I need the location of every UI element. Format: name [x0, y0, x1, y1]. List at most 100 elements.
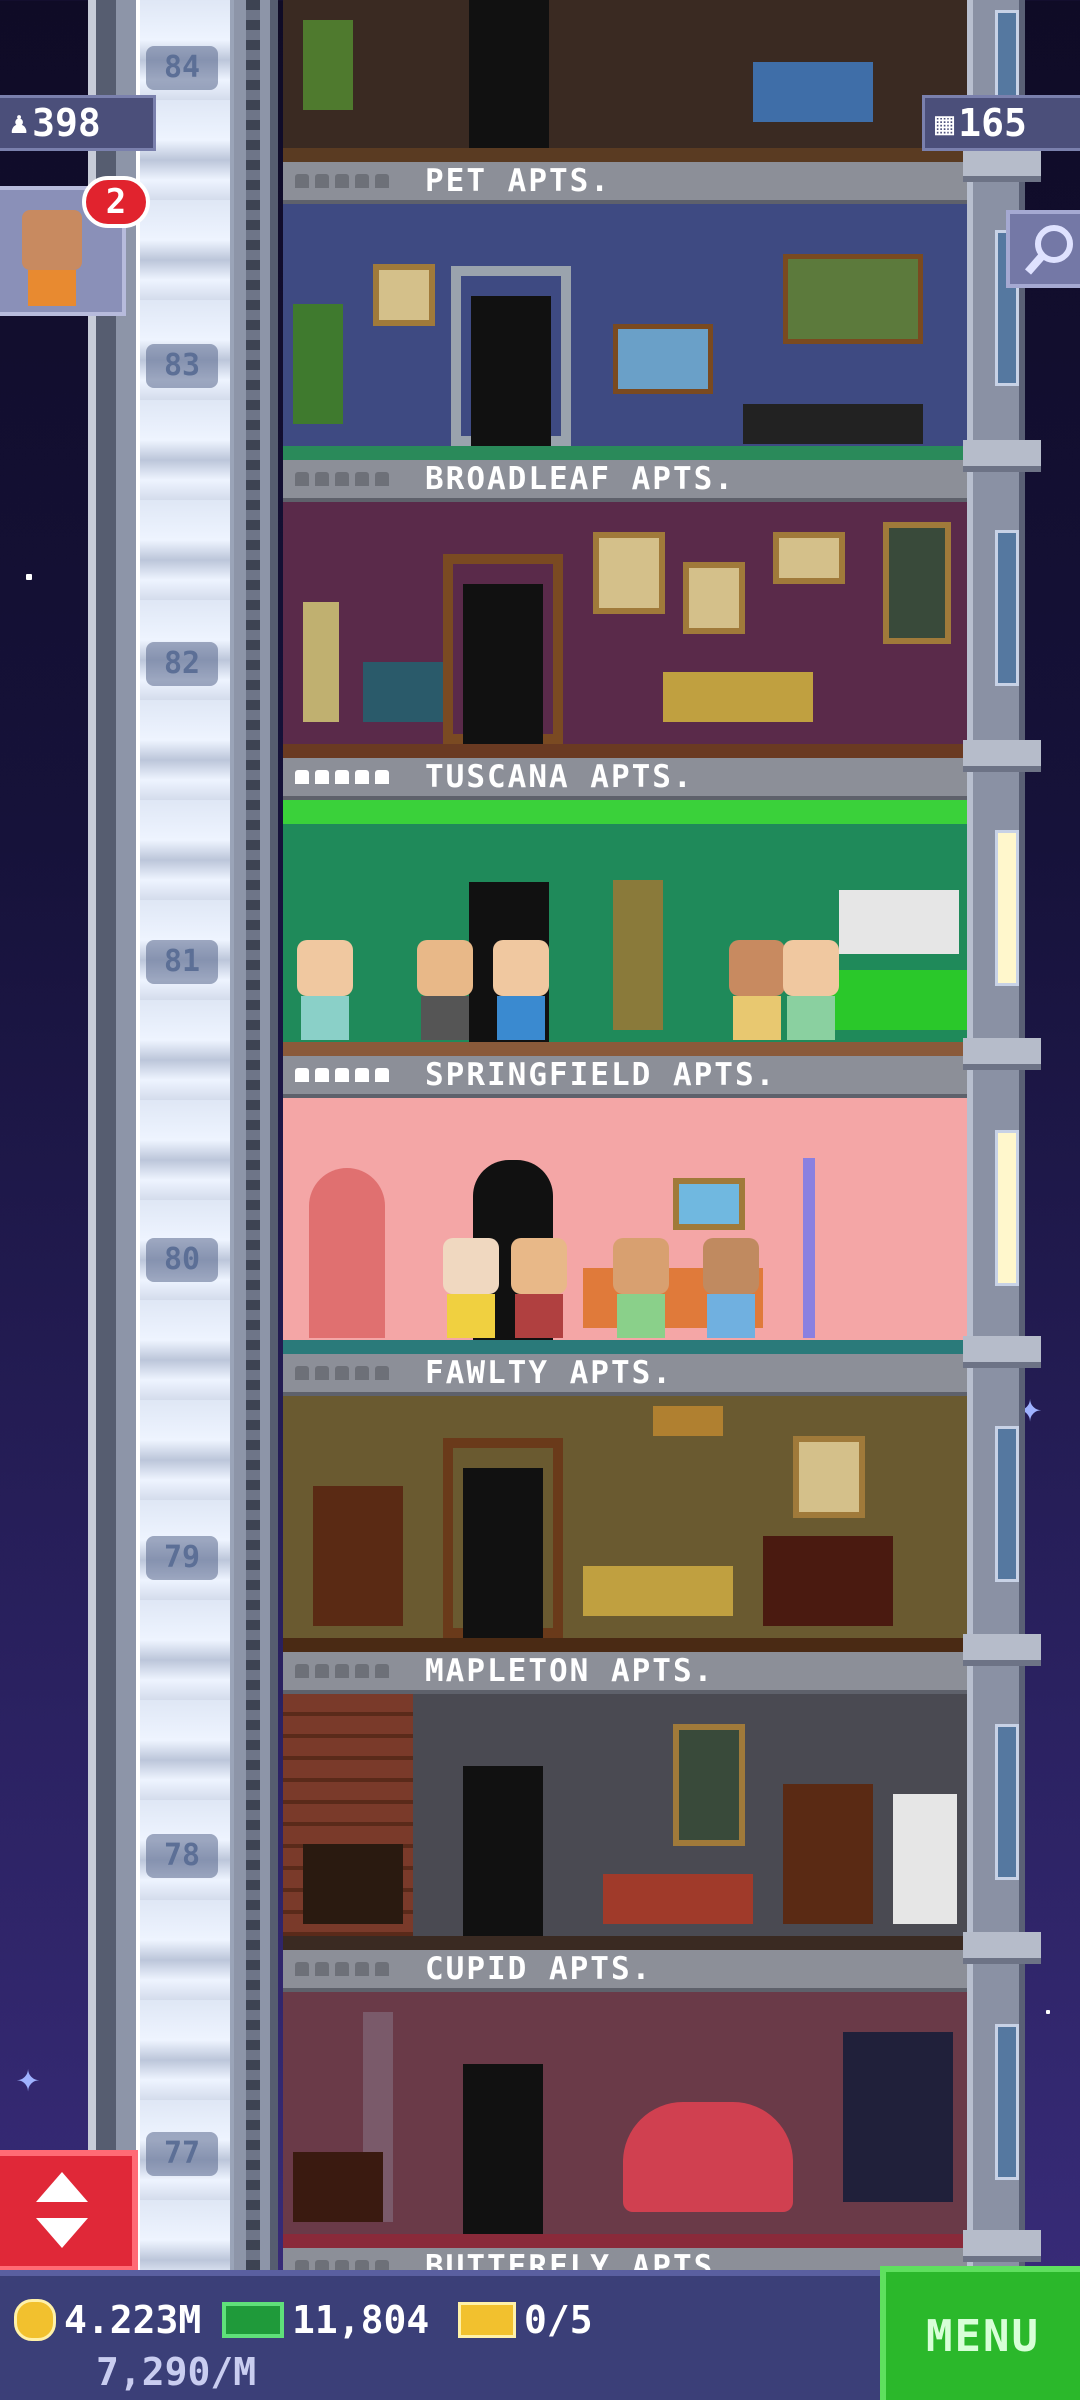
door — [463, 584, 543, 744]
door — [471, 296, 551, 446]
resident-slot — [295, 1068, 309, 1082]
resident-slot — [355, 1366, 369, 1380]
resident[interactable] — [443, 1238, 499, 1338]
floor-84-room[interactable] — [283, 0, 967, 162]
resident-slot — [375, 2260, 389, 2270]
floor-tuscana-apts[interactable]: TUSCANA APTS. — [283, 758, 967, 1056]
resident-slot — [375, 472, 389, 486]
fireplace — [763, 1536, 893, 1626]
tickets-value: 0/5 — [524, 2298, 593, 2342]
fireplace — [303, 1844, 403, 1924]
resident-slot — [295, 770, 309, 784]
floor-label-bar: CUPID APTS. — [283, 1950, 967, 1992]
floor-strip — [283, 2234, 967, 2248]
tower-right-wall — [963, 0, 1041, 2270]
coin-icon — [14, 2299, 56, 2341]
resident-slot — [295, 472, 309, 486]
resident[interactable] — [493, 940, 549, 1040]
floor-strip — [283, 148, 967, 162]
fireplace — [293, 2152, 383, 2222]
floor-name: SPRINGFIELD APTS. — [425, 1057, 777, 1093]
plant — [303, 20, 353, 110]
shaft-stripe — [246, 0, 260, 2270]
framed-picture — [373, 264, 435, 326]
elevator-button[interactable] — [0, 2150, 138, 2272]
tower-window — [995, 830, 1019, 986]
floor-strip — [283, 1638, 967, 1652]
resident-slot — [295, 2260, 309, 2270]
framed-picture — [673, 1178, 745, 1230]
floor-label-bar: BUTTERFLY APTS. — [283, 2248, 967, 2270]
floor-number-81: 81 — [146, 940, 218, 984]
resident-slot — [375, 174, 389, 188]
topiary-plant — [613, 880, 663, 1030]
search-button[interactable] — [1006, 210, 1080, 288]
floor-butterfly-apts[interactable]: BUTTERFLY APTS. — [283, 2248, 967, 2270]
floor-name: BROADLEAF APTS. — [425, 461, 735, 497]
floor-cupid-apts[interactable]: CUPID APTS. — [283, 1950, 967, 2248]
floor-mapleton-apts[interactable]: MAPLETON APTS. — [283, 1652, 967, 1950]
resident[interactable] — [729, 940, 785, 1040]
floor-count-value: 165 — [958, 101, 1027, 145]
coins-stat[interactable]: 4.223M — [14, 2298, 201, 2342]
plant — [293, 304, 343, 424]
coins-value: 4.223M — [64, 2298, 202, 2342]
resident[interactable] — [511, 1238, 567, 1338]
star — [1046, 2010, 1050, 2014]
visitor-avatar — [22, 210, 82, 270]
floor-strip — [283, 1042, 967, 1056]
income-stat: 7,290/M — [96, 2350, 256, 2394]
tower-window — [995, 1130, 1019, 1286]
resident[interactable] — [783, 940, 839, 1040]
visitor-avatar-body — [28, 270, 76, 306]
floor-number-77: 77 — [146, 2132, 218, 2176]
floor-springfield-apts[interactable]: SPRINGFIELD APTS. — [283, 1056, 967, 1354]
floor-name: CUPID APTS. — [425, 1951, 653, 1987]
door — [463, 2064, 543, 2234]
occupancy-dots — [295, 1366, 425, 1380]
resident-slot — [295, 1366, 309, 1380]
resident-slot — [315, 472, 329, 486]
wall-ledge — [963, 740, 1041, 772]
resident[interactable] — [297, 940, 353, 1040]
floor-pet-apts[interactable]: PET APTS. — [283, 162, 967, 460]
elevator-shaft[interactable] — [88, 0, 278, 2270]
tower-window — [995, 1724, 1019, 1880]
floor-broadleaf-apts[interactable]: BROADLEAF APTS. — [283, 460, 967, 758]
floor-label-bar: SPRINGFIELD APTS. — [283, 1056, 967, 1098]
occupancy-dots — [295, 1664, 425, 1678]
floor-fawlty-apts[interactable]: FAWLTY APTS. — [283, 1354, 967, 1652]
resident-slot — [335, 472, 349, 486]
resident-slot — [315, 770, 329, 784]
occupancy-dots — [295, 174, 425, 188]
tickets-stat[interactable]: 0/5 — [458, 2298, 593, 2342]
floor-label-bar: FAWLTY APTS. — [283, 1354, 967, 1396]
building-icon: ▦ — [935, 104, 955, 142]
magnifier-icon — [1024, 225, 1073, 275]
floor-label-bar: PET APTS. — [283, 162, 967, 204]
resident-slot — [355, 174, 369, 188]
floor-name: FAWLTY APTS. — [425, 1355, 673, 1391]
occupancy-dots — [295, 472, 425, 486]
resident[interactable] — [417, 940, 473, 1040]
refrigerator — [893, 1794, 957, 1924]
floor-name: PET APTS. — [425, 163, 611, 199]
population-counter[interactable]: ♟ 398 — [0, 95, 156, 151]
room-interior — [283, 800, 967, 1056]
floor-strip — [283, 744, 967, 758]
bux-stat[interactable]: 11,804 — [222, 2298, 429, 2342]
resident-slot — [375, 770, 389, 784]
resident-slot — [375, 1664, 389, 1678]
menu-button[interactable]: MENU — [880, 2266, 1080, 2400]
room-interior — [283, 1098, 967, 1354]
wall-ledge — [963, 1634, 1041, 1666]
bux-icon — [222, 2302, 284, 2338]
floor-counter[interactable]: ▦ 165 — [922, 95, 1080, 151]
resident-slot — [335, 2260, 349, 2270]
resident[interactable] — [703, 1238, 759, 1338]
resident-slot — [335, 1068, 349, 1082]
resident-slot — [375, 1366, 389, 1380]
floor-name: MAPLETON APTS. — [425, 1653, 715, 1689]
room-interior — [283, 0, 967, 150]
resident[interactable] — [613, 1238, 669, 1338]
